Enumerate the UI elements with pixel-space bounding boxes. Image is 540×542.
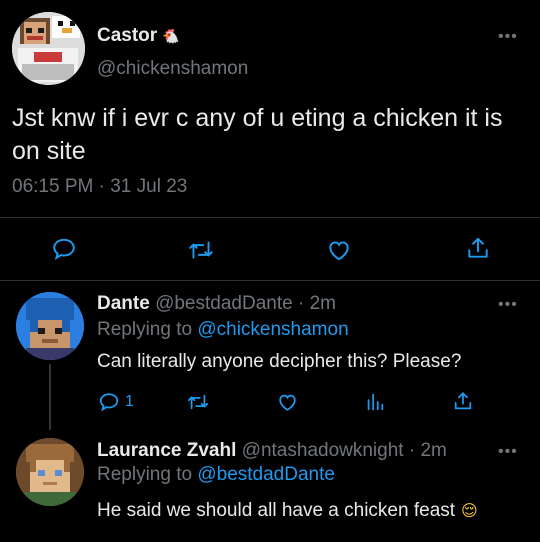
reply-icon[interactable] [51,236,77,262]
share-icon[interactable] [452,390,474,412]
divider [0,217,540,218]
separator: · [297,293,305,314]
tweet-date: 31 Jul 23 [110,176,188,197]
relieved-face-emoji: 😌 [461,503,478,520]
tweet-text: Jst knw if i evr c any of u eting a chic… [12,104,503,165]
display-name[interactable]: Dante [97,293,150,314]
reply-text: Can literally anyone decipher this? Plea… [97,351,462,372]
separator: · [408,440,416,461]
divider [0,280,540,281]
more-options-icon[interactable]: ••• [498,297,518,313]
handle[interactable]: @chickenshamon [97,58,248,80]
reply-text-row: He said we should all have a chicken fea… [97,500,478,522]
retweet-icon[interactable] [186,391,210,413]
handle[interactable]: @ntashadowknight [242,440,404,461]
handle[interactable]: @bestdadDante [155,293,293,314]
reply-action[interactable]: 1 [98,391,134,413]
more-options-icon[interactable]: ••• [498,29,518,45]
timestamp[interactable]: 06:15 PM · 31 Jul 23 [12,176,187,198]
replying-to-handle[interactable]: @bestdadDante [197,464,335,485]
chicken-emoji: 🐔 [162,27,180,44]
like-icon[interactable] [276,391,299,413]
replying-to-label: Replying to [97,464,193,485]
reply-time[interactable]: 2m [310,293,336,314]
avatar[interactable] [12,12,85,85]
replying-to-label: Replying to [97,319,193,340]
display-name[interactable]: Laurance Zvahl [97,440,236,461]
tweet-time: 06:15 PM [12,176,94,197]
replying-to: Replying to @bestdadDante [97,464,335,486]
analytics-icon[interactable] [364,391,386,413]
like-icon[interactable] [326,237,352,263]
share-icon[interactable] [465,235,491,261]
reply-header: Dante @bestdadDante · 2m [97,293,336,315]
reply-text: He said we should all have a chicken fea… [97,500,456,521]
reply-icon[interactable] [98,391,120,413]
thread-line [49,364,51,430]
separator: · [98,176,105,197]
reply-time[interactable]: 2m [420,440,446,461]
reply-count: 1 [125,393,134,410]
retweet-icon[interactable] [187,237,215,263]
display-name[interactable]: Castor [97,25,157,47]
avatar[interactable] [16,438,84,506]
more-options-icon[interactable]: ••• [498,444,518,460]
replying-to-handle[interactable]: @chickenshamon [197,319,348,340]
reply-header: Laurance Zvahl @ntashadowknight · 2m [97,440,447,462]
avatar[interactable] [16,292,84,360]
replying-to: Replying to @chickenshamon [97,319,349,341]
